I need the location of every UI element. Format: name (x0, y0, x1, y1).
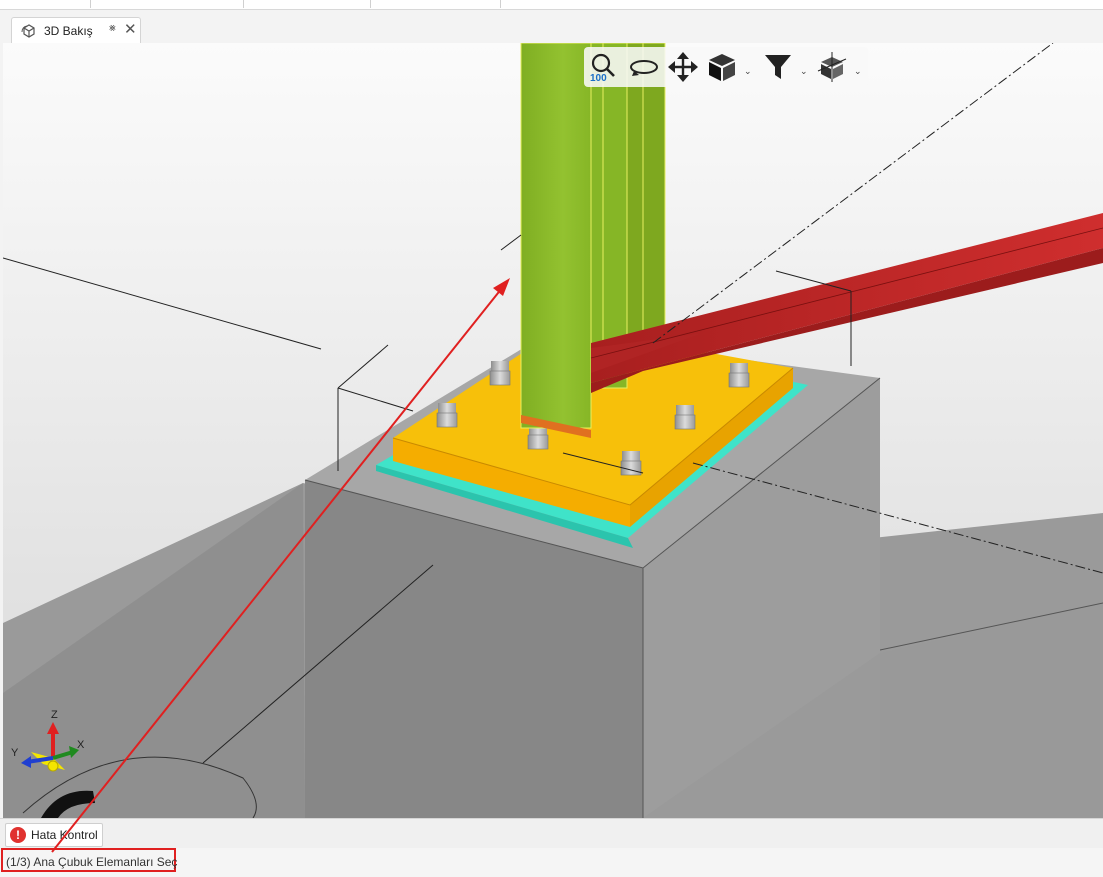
chevron-down-icon[interactable]: ⌄ (800, 66, 808, 77)
view-cube-icon (709, 54, 735, 81)
view-toolbar: 100 ⌄ ⌄ ⌄ (584, 47, 868, 87)
menu-segment (90, 0, 244, 8)
menu-segment (243, 0, 371, 8)
section-box-button[interactable]: ⌄ (816, 51, 862, 83)
3d-viewport[interactable]: Z X Y 100 ⌄ ⌄ ⌄ (3, 43, 1103, 818)
axis-z-label: Z (51, 709, 58, 721)
pin-icon[interactable]: ⨳ (109, 22, 116, 35)
3d-view-icon (21, 24, 35, 38)
menu-segment (370, 0, 501, 8)
pan-button[interactable] (667, 51, 699, 83)
chevron-down-icon[interactable]: ⌄ (854, 66, 862, 77)
bottom-panel-bar: ! Hata Kontrol (0, 818, 1103, 848)
filter-icon (765, 55, 791, 79)
top-menu-strip (0, 0, 1103, 10)
zoom-button[interactable]: 100 (587, 51, 619, 84)
view-cube-button[interactable]: ⌄ (706, 51, 752, 83)
axis-y-label: Y (11, 747, 19, 759)
zoom-level: 100 (590, 73, 607, 84)
pan-icon (668, 52, 698, 82)
chevron-down-icon[interactable]: ⌄ (744, 66, 752, 77)
view-tab-bar: 3D Bakış ⨳ ✕ (0, 10, 1103, 43)
tab-3d-view[interactable]: 3D Bakış ⨳ ✕ (11, 17, 141, 43)
status-highlight-box: (1/3) Ana Çubuk Elemanları Seç (1, 848, 178, 872)
error-icon: ! (10, 827, 26, 843)
orbit-button[interactable] (628, 51, 660, 83)
status-bar: (1/3) Ana Çubuk Elemanları Seç (0, 848, 1103, 877)
error-tab-label: Hata Kontrol (31, 828, 98, 842)
close-icon[interactable]: ✕ (124, 20, 137, 38)
filter-button[interactable]: ⌄ (762, 51, 808, 83)
orbit-icon (630, 60, 658, 76)
axis-x-label: X (77, 739, 85, 751)
status-text: (1/3) Ana Çubuk Elemanları Seç (6, 855, 178, 869)
menu-segment (0, 0, 91, 8)
tab-label: 3D Bakış (44, 24, 93, 38)
tab-error-check[interactable]: ! Hata Kontrol (5, 823, 103, 847)
3d-scene[interactable]: Z X Y (3, 43, 1103, 818)
section-box-icon (817, 52, 847, 82)
